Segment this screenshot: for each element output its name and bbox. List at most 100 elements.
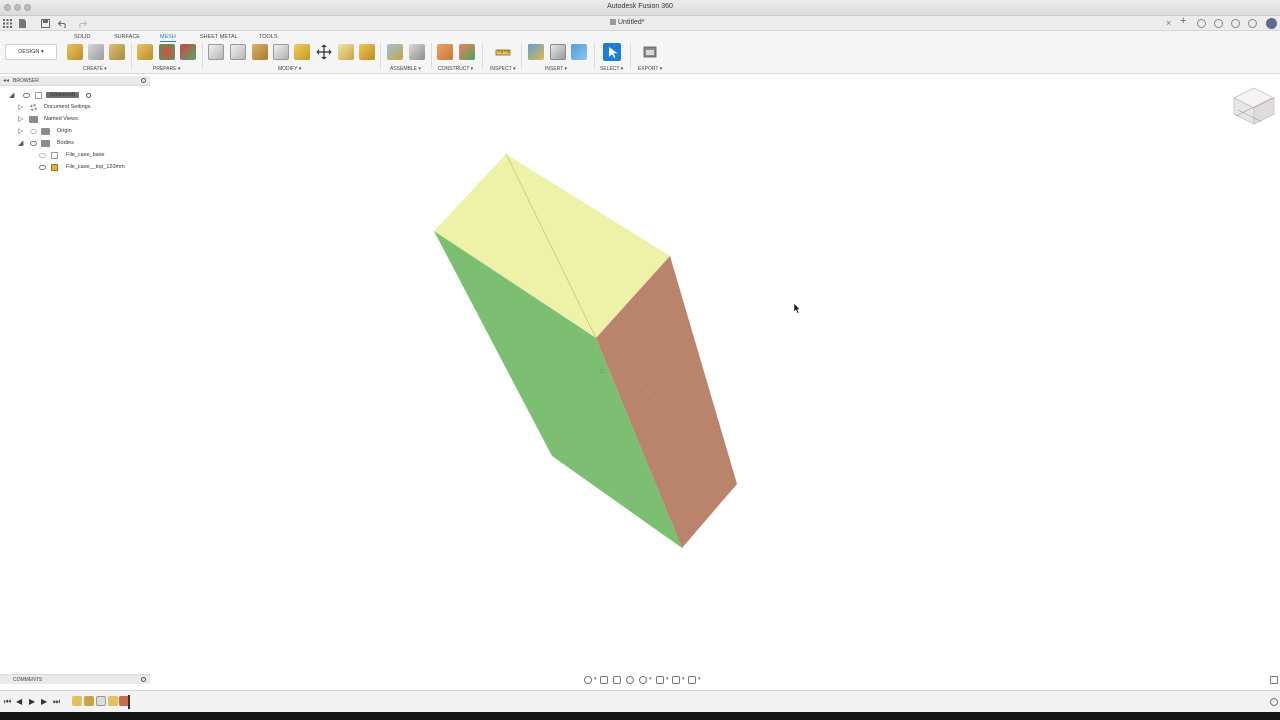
browser-item-document-settings[interactable]: ▷ Document Settings bbox=[0, 102, 150, 113]
construct-menu[interactable]: CONSTRUCT ▾ bbox=[438, 66, 473, 72]
create-face-group-icon[interactable] bbox=[88, 44, 104, 60]
repair-icon[interactable] bbox=[137, 44, 153, 60]
visibility-eye-icon[interactable] bbox=[30, 141, 37, 146]
inspect-menu[interactable]: INSPECT ▾ bbox=[490, 66, 515, 72]
mesh-body-model[interactable] bbox=[150, 74, 1280, 674]
browser-body-file-case-base[interactable]: File_case_base bbox=[0, 150, 150, 161]
activate-radio-icon[interactable] bbox=[86, 93, 91, 98]
plane-at-angle-icon[interactable] bbox=[459, 44, 475, 60]
timeline-feature[interactable] bbox=[84, 696, 94, 706]
expand-triangle-icon[interactable]: ▷ bbox=[18, 104, 23, 111]
browser-root-row[interactable]: ◢ (Unsaved) bbox=[0, 90, 150, 101]
insert-menu[interactable]: INSERT ▾ bbox=[545, 66, 567, 72]
expand-triangle-icon[interactable]: ▷ bbox=[18, 116, 23, 123]
viewports-icon[interactable] bbox=[688, 676, 696, 684]
app-grid-icon[interactable] bbox=[3, 19, 12, 28]
new-component-icon[interactable] bbox=[387, 44, 403, 60]
visibility-eye-icon[interactable] bbox=[39, 165, 46, 170]
orbit-icon[interactable] bbox=[584, 676, 592, 684]
create-menu[interactable]: CREATE ▾ bbox=[83, 66, 107, 72]
timeline-feature[interactable] bbox=[72, 696, 82, 706]
convert-mesh-icon[interactable] bbox=[180, 44, 196, 60]
file-menu-icon[interactable] bbox=[18, 19, 27, 28]
zoom-dropdown-icon[interactable]: ▾ bbox=[649, 676, 652, 682]
prepare-menu[interactable]: PREPARE ▾ bbox=[153, 66, 180, 72]
export-menu[interactable]: EXPORT ▾ bbox=[638, 66, 662, 72]
zoom-window-icon[interactable] bbox=[626, 676, 634, 684]
generate-face-groups-icon[interactable] bbox=[159, 44, 175, 60]
visibility-eye-icon[interactable] bbox=[30, 129, 37, 134]
browser-panel-header[interactable]: ◂◂ BROWSER bbox=[0, 76, 150, 86]
move-icon[interactable] bbox=[316, 44, 332, 60]
collapse-browser-icon[interactable]: ◂◂ bbox=[3, 77, 9, 84]
grid-dropdown-icon[interactable]: ▾ bbox=[682, 676, 685, 682]
timeline-step-back-icon[interactable]: ◀ bbox=[16, 697, 22, 707]
save-icon[interactable] bbox=[41, 19, 50, 28]
zoom-icon[interactable] bbox=[639, 676, 647, 684]
browser-pin-icon[interactable] bbox=[141, 78, 146, 83]
smooth-icon[interactable] bbox=[273, 44, 289, 60]
insert-canvas-icon[interactable] bbox=[571, 44, 587, 60]
display-dropdown-icon[interactable]: ▾ bbox=[666, 676, 669, 682]
timeline-feature[interactable] bbox=[96, 696, 106, 706]
user-avatar[interactable] bbox=[1266, 18, 1277, 29]
insert-mesh-icon[interactable] bbox=[67, 44, 83, 60]
joint-icon[interactable] bbox=[409, 44, 425, 60]
timeline-go-to-start-icon[interactable]: ⏮ bbox=[4, 697, 11, 707]
combine-icon[interactable] bbox=[359, 44, 375, 60]
workspace-switcher-button[interactable]: DESIGN ▾ bbox=[5, 44, 57, 60]
orbit-dropdown-icon[interactable]: ▾ bbox=[594, 676, 597, 682]
timeline-settings-icon[interactable] bbox=[1270, 698, 1278, 706]
display-settings-icon[interactable] bbox=[656, 676, 664, 684]
visibility-eye-icon[interactable] bbox=[23, 93, 30, 98]
tessellate-icon[interactable] bbox=[109, 44, 125, 60]
insert-mesh-file-icon[interactable] bbox=[550, 44, 566, 60]
grid-settings-icon[interactable] bbox=[672, 676, 680, 684]
close-tab-icon[interactable]: × bbox=[1166, 18, 1171, 28]
select-icon[interactable] bbox=[603, 43, 621, 61]
viewports-dropdown-icon[interactable]: ▾ bbox=[698, 676, 701, 682]
expand-panel-icon[interactable] bbox=[1270, 676, 1278, 684]
look-at-icon[interactable] bbox=[600, 676, 608, 684]
job-status-icon[interactable] bbox=[1197, 19, 1206, 28]
visibility-eye-icon[interactable] bbox=[39, 153, 46, 158]
remesh-icon[interactable] bbox=[208, 44, 224, 60]
reduce-icon[interactable] bbox=[230, 44, 246, 60]
collapse-triangle-icon[interactable]: ◢ bbox=[18, 140, 23, 147]
offset-plane-icon[interactable] bbox=[437, 44, 453, 60]
tab-surface[interactable]: SURFACE bbox=[114, 34, 140, 40]
modify-menu[interactable]: MODIFY ▾ bbox=[278, 66, 301, 72]
timeline-go-to-end-icon[interactable]: ⏭ bbox=[53, 697, 60, 707]
extensions-icon[interactable] bbox=[1214, 19, 1223, 28]
notifications-icon[interactable] bbox=[1231, 19, 1240, 28]
new-tab-icon[interactable]: + bbox=[1180, 16, 1186, 27]
pan-icon[interactable] bbox=[613, 676, 621, 684]
select-menu[interactable]: SELECT ▾ bbox=[600, 66, 623, 72]
scale-icon[interactable] bbox=[338, 44, 354, 60]
browser-item-origin[interactable]: ▷ Origin bbox=[0, 126, 150, 137]
comments-add-icon[interactable] bbox=[141, 677, 146, 682]
browser-item-named-views[interactable]: ▷ Named Views bbox=[0, 114, 150, 125]
collapse-triangle-icon[interactable]: ◢ bbox=[9, 92, 14, 99]
comments-panel-header[interactable]: COMMENTS bbox=[0, 674, 150, 684]
tab-sheet-metal[interactable]: SHEET METAL bbox=[200, 34, 238, 40]
plane-cut-icon[interactable] bbox=[252, 44, 268, 60]
insert-derive-icon[interactable] bbox=[528, 44, 544, 60]
3d-print-icon[interactable] bbox=[642, 44, 658, 60]
timeline-play-icon[interactable]: ▶ bbox=[29, 697, 35, 707]
browser-body-file-case-top[interactable]: File_case__top_120mm bbox=[0, 162, 150, 173]
tab-mesh[interactable]: MESH bbox=[160, 34, 176, 40]
view-cube[interactable] bbox=[1232, 86, 1276, 126]
expand-triangle-icon[interactable]: ▷ bbox=[18, 128, 23, 135]
undo-icon[interactable] bbox=[58, 19, 67, 28]
redo-icon[interactable] bbox=[78, 19, 87, 28]
browser-item-bodies[interactable]: ◢ Bodies bbox=[0, 138, 150, 149]
canvas-viewport[interactable] bbox=[150, 74, 1280, 674]
shell-icon[interactable] bbox=[294, 44, 310, 60]
timeline-step-forward-icon[interactable]: ▶ bbox=[41, 697, 47, 707]
measure-icon[interactable] bbox=[495, 44, 511, 60]
assemble-menu[interactable]: ASSEMBLE ▾ bbox=[390, 66, 421, 72]
timeline-feature[interactable] bbox=[108, 696, 118, 706]
tab-solid[interactable]: SOLID bbox=[74, 34, 91, 40]
timeline-marker[interactable] bbox=[128, 695, 130, 709]
